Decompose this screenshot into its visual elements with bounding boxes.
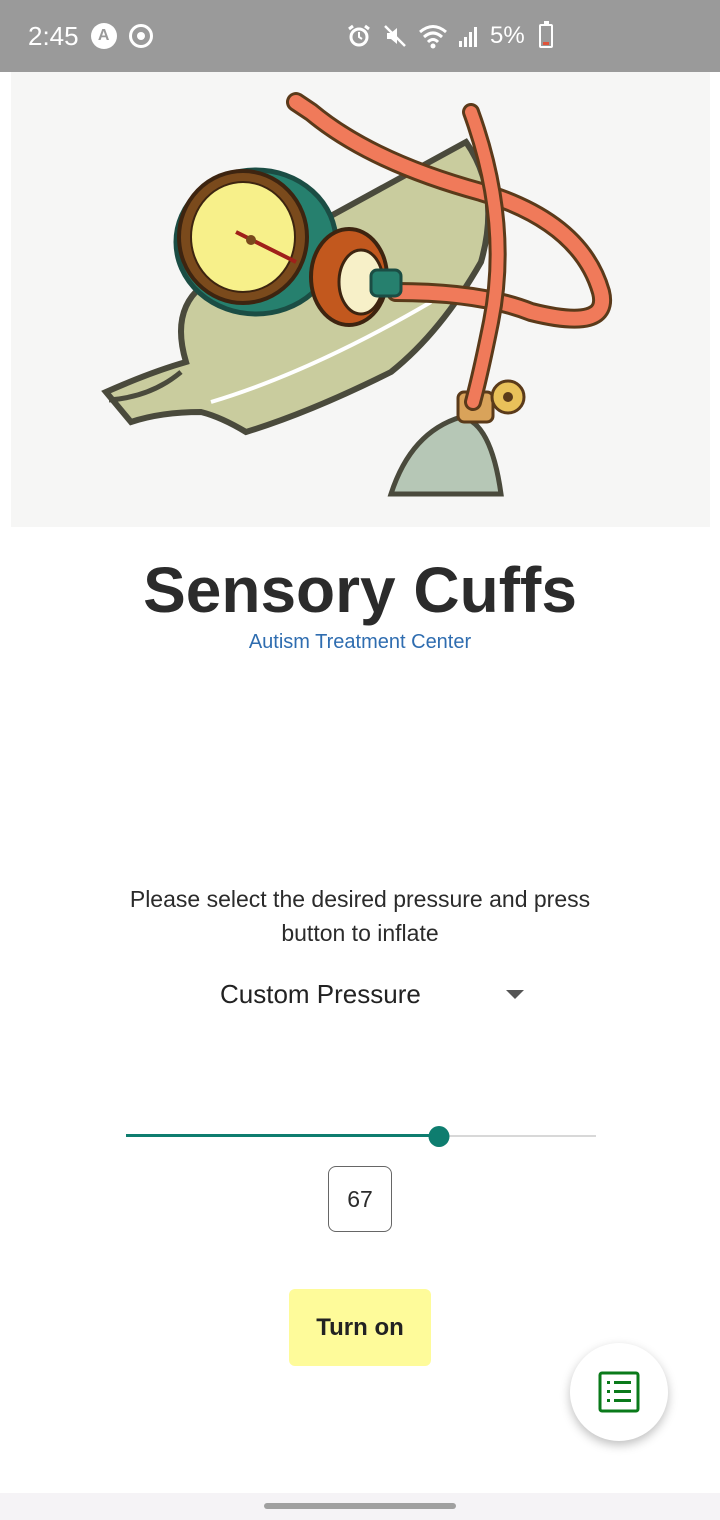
- blood-pressure-cuff-illustration: [101, 92, 613, 497]
- signal-icon: [459, 27, 477, 47]
- alarm-icon: [348, 24, 370, 47]
- sync-notification-icon: [128, 24, 153, 48]
- status-left: 2:45 A: [28, 21, 153, 52]
- status-time: 2:45: [28, 20, 79, 51]
- home-gesture-handle[interactable]: [264, 1503, 456, 1509]
- slider-thumb[interactable]: [428, 1126, 450, 1147]
- pressure-slider[interactable]: [126, 1120, 596, 1152]
- app-title: Sensory Cuffs: [143, 554, 577, 626]
- mute-icon: [384, 25, 406, 47]
- instructions-text: Please select the desired pressure and p…: [129, 886, 591, 946]
- hero-image: [11, 72, 710, 527]
- pressure-dropdown-value: Custom Pressure: [220, 978, 421, 1009]
- status-bar: 2:45 A 5%: [0, 0, 720, 72]
- slider-fill: [126, 1134, 439, 1137]
- status-right: 5%: [346, 0, 553, 72]
- turn-on-button[interactable]: Turn on: [289, 1289, 431, 1366]
- list-fab-button[interactable]: [570, 1343, 668, 1441]
- wifi-icon: [419, 25, 447, 49]
- pressure-value-field[interactable]: 67: [328, 1166, 392, 1232]
- pressure-dropdown[interactable]: Custom Pressure: [220, 972, 530, 1016]
- app-subtitle: Autism Treatment Center: [248, 631, 472, 653]
- battery-icon: [538, 21, 553, 48]
- app-notification-icon: A: [90, 23, 117, 49]
- chevron-down-icon: [506, 989, 524, 999]
- list-icon: [598, 1371, 640, 1413]
- battery-percent: 5%: [490, 22, 525, 49]
